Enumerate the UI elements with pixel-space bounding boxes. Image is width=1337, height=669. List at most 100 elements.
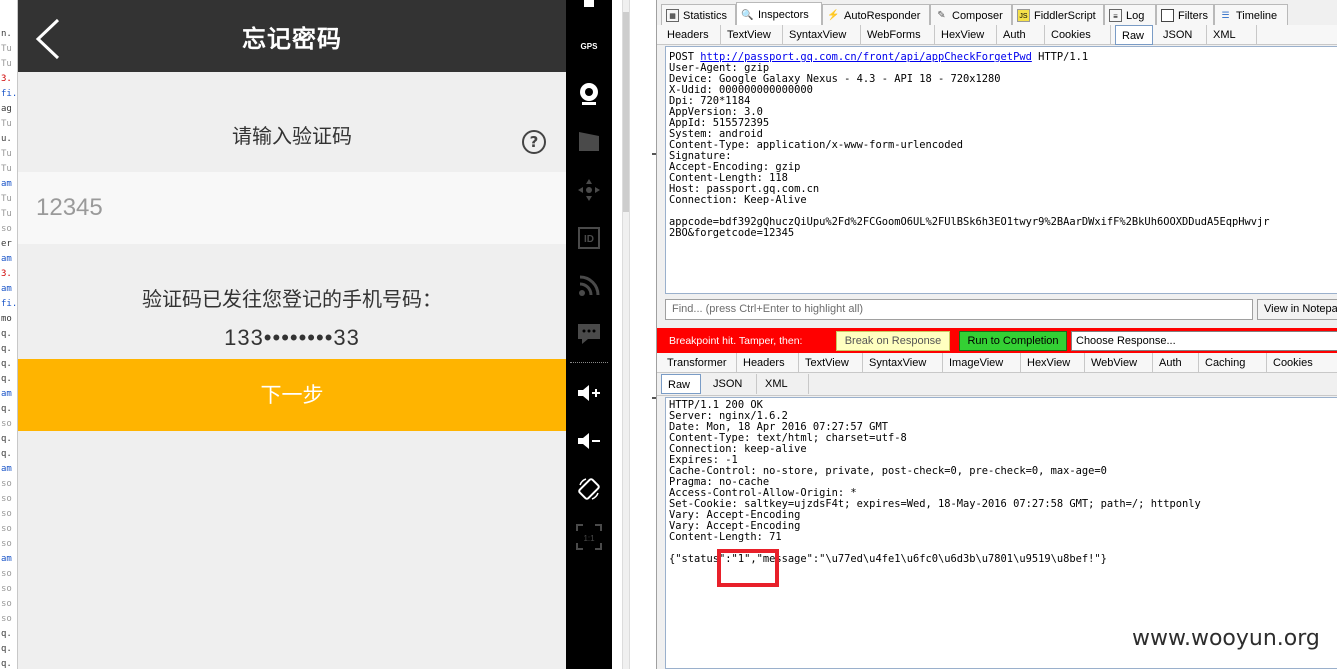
res-tab-json[interactable]: JSON	[707, 374, 757, 394]
session-row[interactable]: so	[0, 522, 17, 537]
camera-icon[interactable]	[566, 74, 612, 114]
session-row[interactable]: Tu	[0, 147, 17, 162]
media-icon[interactable]	[566, 122, 612, 162]
dpad-icon[interactable]	[566, 170, 612, 210]
tab-fiddlerscript[interactable]: JS FiddlerScript	[1012, 4, 1104, 26]
session-row[interactable]: Tu	[0, 207, 17, 222]
session-row[interactable]: am	[0, 552, 17, 567]
gps-icon[interactable]: GPS	[566, 26, 612, 66]
req-tab-textview[interactable]: TextView	[721, 25, 783, 45]
session-row[interactable]: Tu	[0, 57, 17, 72]
session-row[interactable]: fi.	[0, 297, 17, 312]
tab-autoresponder[interactable]: ⚡ AutoResponder	[822, 4, 930, 26]
session-row[interactable]: q.	[0, 642, 17, 657]
find-input[interactable]: Find... (press Ctrl+Enter to highlight a…	[665, 299, 1253, 320]
tab-timeline[interactable]: ☰ Timeline	[1214, 4, 1288, 26]
session-row[interactable]: am	[0, 177, 17, 192]
session-row[interactable]: q.	[0, 402, 17, 417]
session-row[interactable]: q.	[0, 627, 17, 642]
rss-icon[interactable]	[566, 266, 612, 306]
session-row[interactable]: q.	[0, 432, 17, 447]
run-to-completion-button[interactable]: Run to Completion	[959, 331, 1067, 351]
req-tab-cookies[interactable]: Cookies	[1045, 25, 1111, 45]
volume-down-icon[interactable]	[566, 421, 612, 461]
res-tab-webview[interactable]: WebView	[1085, 353, 1153, 373]
session-row[interactable]: so	[0, 567, 17, 582]
session-row[interactable]: am	[0, 462, 17, 477]
volume-up-icon[interactable]	[566, 373, 612, 413]
sms-icon[interactable]	[566, 314, 612, 354]
session-row[interactable]: so	[0, 507, 17, 522]
session-row[interactable]: q.	[0, 372, 17, 387]
tab-filters[interactable]: Filters	[1156, 4, 1214, 26]
view-in-notepad-button[interactable]: View in Notepad	[1257, 299, 1337, 320]
session-row[interactable]: q.	[0, 357, 17, 372]
tab-inspectors[interactable]: 🔍 Inspectors	[736, 2, 822, 27]
session-row[interactable]: q.	[0, 447, 17, 462]
req-tab-syntaxview[interactable]: SyntaxView	[783, 25, 861, 45]
session-row[interactable]: so	[0, 417, 17, 432]
tab-log[interactable]: ≡ Log	[1104, 4, 1156, 26]
session-row[interactable]: er	[0, 237, 17, 252]
res-tab-hexview[interactable]: HexView	[1021, 353, 1085, 373]
session-row[interactable]: so	[0, 537, 17, 552]
fullscreen-icon[interactable]: 1:1	[566, 517, 612, 557]
verification-code-input[interactable]	[18, 172, 566, 244]
session-row[interactable]: so	[0, 612, 17, 627]
req-tab-xml[interactable]: XML	[1207, 25, 1257, 45]
scrollbar-thumb[interactable]	[623, 12, 629, 212]
res-tab-imageview[interactable]: ImageView	[943, 353, 1021, 373]
session-row[interactable]: so	[0, 222, 17, 237]
res-tab-cookies[interactable]: Cookies	[1267, 353, 1337, 373]
tab-statistics[interactable]: ▦ Statistics	[661, 4, 736, 26]
res-tab-caching[interactable]: Caching	[1199, 353, 1267, 373]
session-row[interactable]: Tu	[0, 42, 17, 57]
session-row[interactable]: q.	[0, 327, 17, 342]
session-row[interactable]: n.	[0, 27, 17, 42]
choose-response-dropdown[interactable]: Choose Response...	[1071, 331, 1337, 351]
session-row[interactable]: u.	[0, 132, 17, 147]
req-tab-webforms[interactable]: WebForms	[861, 25, 935, 45]
page-title: 忘记密码	[242, 25, 342, 53]
req-tab-headers[interactable]: Headers	[661, 25, 721, 45]
session-row[interactable]: 3.	[0, 267, 17, 282]
res-tab-raw[interactable]: Raw	[661, 374, 701, 394]
session-row[interactable]: am	[0, 282, 17, 297]
res-tab-headers[interactable]: Headers	[737, 353, 799, 373]
session-row[interactable]: 3.	[0, 72, 17, 87]
req-tab-json[interactable]: JSON	[1157, 25, 1207, 45]
break-on-response-button[interactable]: Break on Response	[836, 331, 950, 351]
composer-icon: ✎	[937, 10, 946, 21]
session-row[interactable]: fi.	[0, 87, 17, 102]
res-tab-transformer[interactable]: Transformer	[661, 353, 737, 373]
request-raw-text: POST http://passport.gq.com.cn/front/api…	[669, 52, 1270, 239]
session-row[interactable]: q.	[0, 657, 17, 669]
req-tab-hexview[interactable]: HexView	[935, 25, 997, 45]
id-icon[interactable]: ID	[566, 218, 612, 258]
request-raw-pane[interactable]: POST http://passport.gq.com.cn/front/api…	[665, 46, 1337, 294]
tab-composer[interactable]: ✎ Composer	[930, 4, 1012, 26]
rotate-icon[interactable]	[566, 469, 612, 509]
session-row[interactable]: am	[0, 387, 17, 402]
help-icon[interactable]: ?	[522, 130, 546, 154]
session-row[interactable]: ag	[0, 102, 17, 117]
res-tab-xml[interactable]: XML	[759, 374, 809, 394]
session-row[interactable]: so	[0, 492, 17, 507]
session-row[interactable]: mo	[0, 312, 17, 327]
next-step-button[interactable]: 下一步	[18, 359, 566, 431]
req-tab-auth[interactable]: Auth	[997, 25, 1045, 45]
session-row[interactable]: so	[0, 597, 17, 612]
session-row[interactable]: so	[0, 582, 17, 597]
res-tab-textview[interactable]: TextView	[799, 353, 863, 373]
res-tab-auth[interactable]: Auth	[1153, 353, 1199, 373]
session-row[interactable]: Tu	[0, 162, 17, 177]
req-tab-raw[interactable]: Raw	[1115, 25, 1153, 45]
session-list-sliver[interactable]: n. Tu Tu 3. fi. ag Tu u. Tu Tu am Tu Tu so er am 3. am fi.…	[0, 0, 18, 669]
res-tab-syntaxview[interactable]: SyntaxView	[863, 353, 943, 373]
session-row[interactable]: q.	[0, 342, 17, 357]
session-row[interactable]: am	[0, 252, 17, 267]
session-row[interactable]: so	[0, 477, 17, 492]
session-row[interactable]: Tu	[0, 117, 17, 132]
response-tabs-row1: Transformer Headers TextView SyntaxView …	[657, 353, 1337, 373]
session-row[interactable]: Tu	[0, 192, 17, 207]
